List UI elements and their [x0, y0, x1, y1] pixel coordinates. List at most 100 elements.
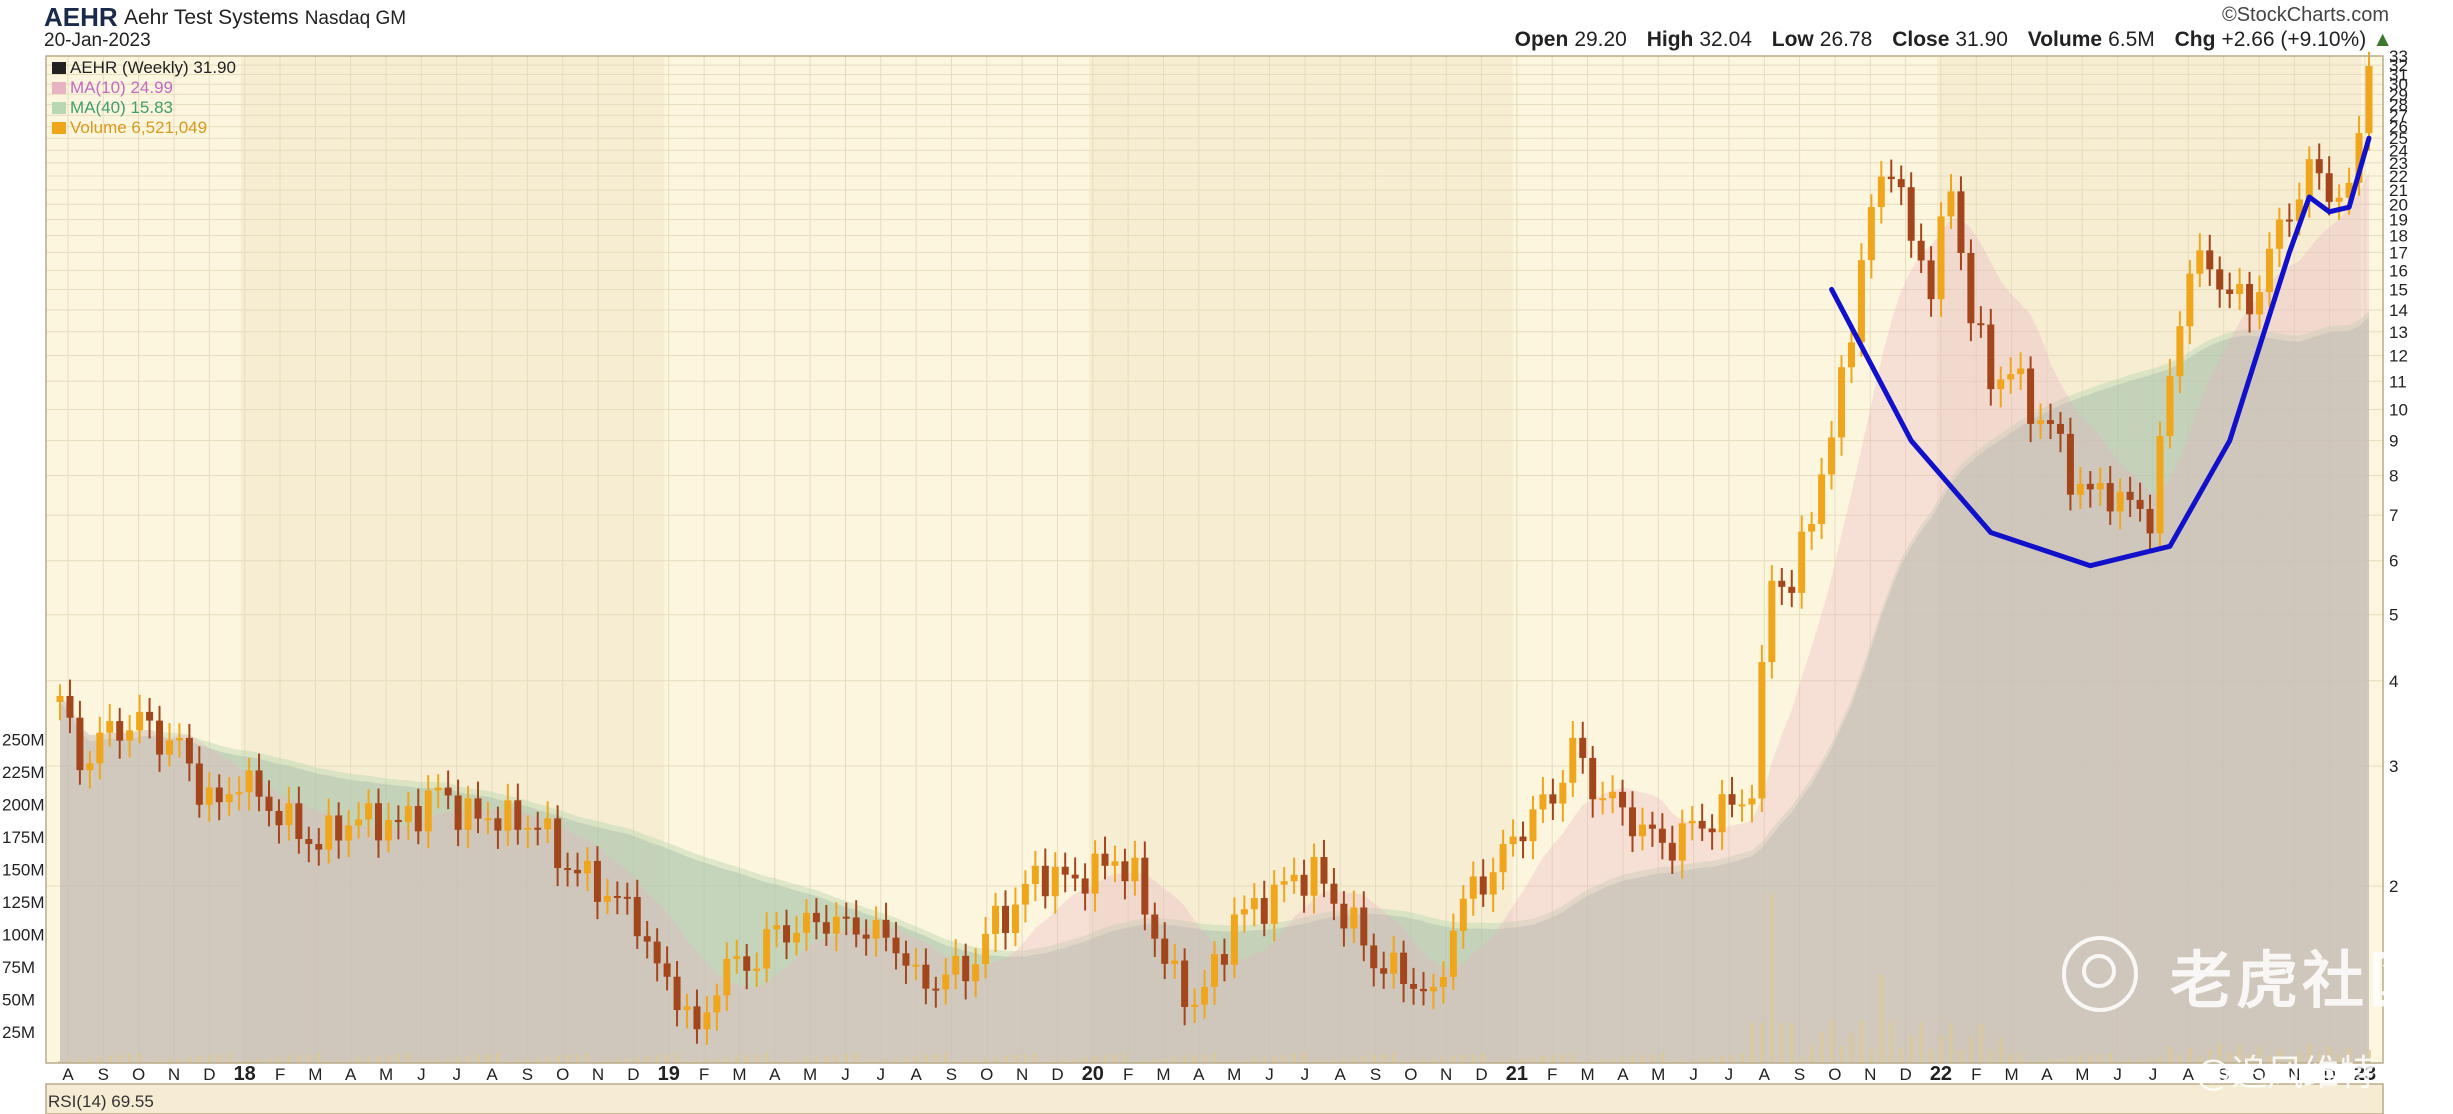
- y-tick-label: 2: [2389, 877, 2398, 896]
- x-tick-label: F: [1547, 1065, 1557, 1084]
- volume-bar: [1122, 1053, 1127, 1063]
- candle-body: [1688, 820, 1696, 824]
- volume-bar: [1948, 1023, 1953, 1063]
- x-tick-label: S: [522, 1065, 533, 1084]
- volume-bar: [585, 1053, 590, 1063]
- volume-bar: [1849, 1033, 1854, 1063]
- volume-bar: [1939, 1036, 1944, 1063]
- x-tick-label: M: [1651, 1065, 1665, 1084]
- candle-body: [2166, 376, 2174, 437]
- candle-body: [1380, 968, 1388, 974]
- volume-bar: [1799, 1057, 1804, 1063]
- y-tick-label: 15: [2389, 280, 2408, 299]
- candle-body: [802, 912, 810, 933]
- candle-body: [1569, 737, 1577, 783]
- candle-body: [295, 803, 303, 840]
- candle-body: [2156, 436, 2164, 534]
- candle-body: [633, 896, 641, 937]
- volume-bar: [1739, 1054, 1744, 1063]
- candle-body: [1808, 523, 1816, 532]
- volume-bar: [316, 1053, 321, 1063]
- x-tick-label: J: [1301, 1065, 1310, 1084]
- volume-bar: [1859, 1020, 1864, 1063]
- candle-body: [504, 800, 512, 831]
- volume-bar: [476, 1055, 481, 1063]
- candle-body: [1051, 866, 1059, 897]
- exchange-label: Nasdaq GM: [304, 8, 407, 29]
- candle-body: [2056, 423, 2064, 434]
- candle-body: [1171, 960, 1179, 964]
- x-tick-label: S: [98, 1065, 109, 1084]
- volume-bar: [903, 1057, 908, 1063]
- candle-body: [574, 869, 582, 874]
- x-tick-label: A: [1617, 1065, 1629, 1084]
- volume-bar: [396, 1054, 401, 1063]
- x-tick-label: M: [308, 1065, 322, 1084]
- volume-bar: [1471, 1054, 1476, 1063]
- candle-body: [1320, 857, 1328, 884]
- legend-ma10: MA(10) 24.99: [52, 78, 236, 98]
- volume-bar: [1023, 1054, 1028, 1063]
- candle-body: [962, 955, 970, 982]
- candle-body: [1937, 216, 1945, 300]
- volume-bar: [1819, 1032, 1824, 1063]
- y-tick-label: 5: [2389, 606, 2398, 625]
- volume-bar: [376, 1056, 381, 1063]
- candle-body: [2086, 483, 2094, 490]
- candle-body: [156, 720, 164, 755]
- volume-bar: [1829, 1019, 1834, 1063]
- x-tick-label: A: [1335, 1065, 1347, 1084]
- candle-body: [1887, 176, 1895, 180]
- candle-body: [2027, 368, 2035, 424]
- x-tick-label: A: [1759, 1065, 1771, 1084]
- volume-bar: [1212, 1053, 1217, 1063]
- low-label: Low: [1771, 28, 1814, 51]
- candle-body: [1429, 986, 1437, 992]
- legend-ma40-text: MA(40) 15.83: [70, 98, 173, 117]
- candle-body: [1977, 323, 1985, 326]
- candle-body: [972, 964, 980, 982]
- volume-bar: [1620, 1057, 1625, 1063]
- candle-body: [494, 818, 502, 831]
- candle-body: [1847, 342, 1855, 368]
- candle-body: [2246, 283, 2254, 315]
- candle-body: [1250, 898, 1258, 910]
- volume-bar: [1550, 1055, 1555, 1063]
- volume-tick-label: 125M: [2, 893, 45, 912]
- candle-body: [2236, 283, 2244, 295]
- candle-body: [1947, 191, 1955, 217]
- candle-body: [2017, 368, 2025, 375]
- volume-bar: [575, 1054, 580, 1063]
- y-tick-label: 11: [2389, 372, 2407, 391]
- x-tick-label: M: [803, 1065, 817, 1084]
- candle-body: [952, 955, 960, 975]
- volume-bar: [1202, 1054, 1207, 1063]
- change-label: Chg: [2174, 28, 2216, 51]
- volume-bar: [1481, 1053, 1486, 1063]
- x-tick-label: D: [627, 1065, 639, 1084]
- candle-body: [693, 1006, 701, 1030]
- candle-body: [245, 770, 253, 793]
- volume-bar: [2098, 1054, 2103, 1063]
- candle-body: [1619, 791, 1627, 808]
- volume-bar: [2108, 1053, 2113, 1063]
- candle-body: [1788, 586, 1796, 593]
- candle-body: [2116, 491, 2124, 512]
- volume-bar: [276, 1057, 281, 1063]
- volume-bar: [366, 1057, 371, 1063]
- candle-body: [1230, 914, 1238, 965]
- candle-body: [1798, 531, 1806, 593]
- x-tick-label: N: [1864, 1065, 1876, 1084]
- volume-bar: [456, 1057, 461, 1063]
- volume-bar: [1720, 1056, 1725, 1063]
- x-tick-label: A: [769, 1065, 781, 1084]
- volume-bar: [1968, 1037, 1973, 1063]
- volume-bar: [1789, 1023, 1794, 1063]
- candle-body: [1828, 437, 1836, 475]
- candle-body: [733, 956, 741, 959]
- y-tick-label: 6: [2389, 552, 2398, 571]
- candle-body: [872, 919, 880, 939]
- x-tick-label: M: [2005, 1065, 2019, 1084]
- candle-body: [1001, 905, 1009, 933]
- candle-body: [56, 695, 64, 702]
